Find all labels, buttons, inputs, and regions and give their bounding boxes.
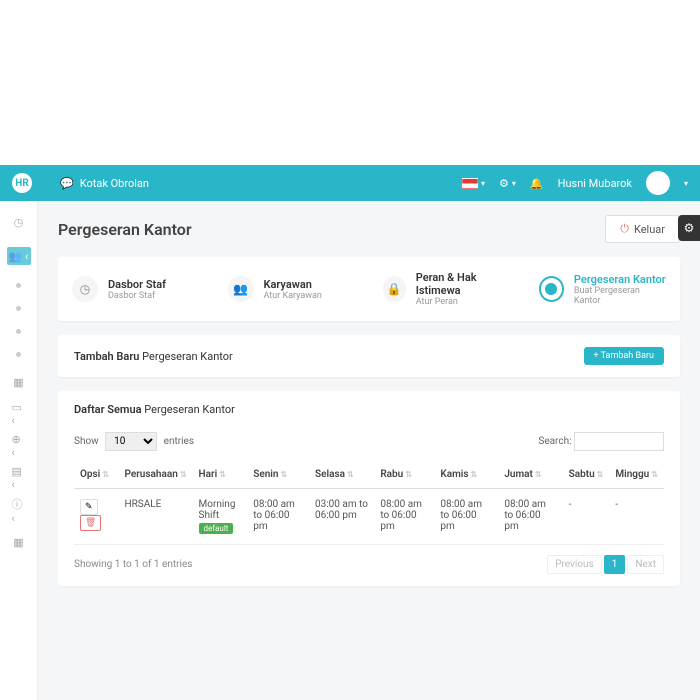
delete-row-button[interactable]: 🗑: [80, 515, 101, 531]
cell-rabu: 08:00 am to 06:00 pm: [374, 489, 434, 545]
col-sabtu[interactable]: Sabtu⇅: [563, 461, 610, 489]
col-kamis[interactable]: Kamis⇅: [434, 461, 498, 489]
nav-grid-icon[interactable]: ▦: [12, 535, 26, 549]
target-icon: [539, 276, 564, 302]
col-selasa[interactable]: Selasa⇅: [309, 461, 374, 489]
search-control: Search:: [538, 432, 664, 451]
col-jumat[interactable]: Jumat⇅: [498, 461, 562, 489]
nav-doc-icon[interactable]: ▤ ‹: [12, 471, 26, 485]
nav-info-icon[interactable]: ⓘ ‹: [12, 503, 26, 517]
page-size-control: Show 10 entries: [74, 432, 194, 451]
sort-icon: ⇅: [651, 470, 658, 479]
app-logo[interactable]: HR: [12, 173, 32, 193]
theme-settings-button[interactable]: ⚙: [678, 215, 700, 241]
col-opsi[interactable]: Opsi⇅: [74, 461, 118, 489]
power-icon: ⏻: [620, 222, 629, 236]
add-new-button[interactable]: + Tambah Baru: [584, 347, 664, 365]
nav-dot-3[interactable]: [16, 329, 21, 334]
cell-sabtu: -: [563, 489, 610, 545]
add-panel-title: Tambah Baru Pergeseran Kantor: [74, 350, 233, 363]
nav-globe-icon[interactable]: ⊕ ‹: [12, 439, 26, 453]
pencil-icon: ✎: [85, 502, 93, 512]
cell-jumat: 08:00 am to 06:00 pm: [498, 489, 562, 545]
page-title: Pergeseran Kantor: [58, 220, 192, 239]
breadcrumb-shift[interactable]: Pergeseran KantorBuat Pergeseran Kantor: [539, 273, 667, 306]
gear-icon: ⚙: [499, 177, 509, 190]
table-row: ✎ 🗑 HRSALE Morning Shiftdefault 08:00 am …: [74, 489, 664, 545]
avatar[interactable]: [646, 171, 670, 195]
nav-dot-4[interactable]: [16, 352, 21, 357]
breadcrumb-roles[interactable]: 🔒 Peran & Hak IstimewaAtur Peran: [383, 271, 511, 307]
prev-page[interactable]: Previous: [547, 555, 602, 574]
user-name: Husni Mubarok: [558, 177, 632, 190]
breadcrumb-cards: ◷ Dasbor StafDasbor Staf 👥 KaryawanAtur …: [58, 257, 680, 321]
sort-icon: ⇅: [405, 470, 412, 479]
cell-senin: 08:00 am to 06:00 pm: [247, 489, 309, 545]
bell-icon: 🔔: [530, 177, 544, 190]
sort-icon: ⇅: [535, 470, 542, 479]
col-minggu[interactable]: Minggu⇅: [609, 461, 664, 489]
nav-calc-icon[interactable]: ▦: [12, 375, 26, 389]
col-rabu[interactable]: Rabu⇅: [374, 461, 434, 489]
trash-icon: 🗑: [85, 518, 96, 528]
nav-clock-icon[interactable]: ◷: [12, 215, 26, 229]
table-info: Showing 1 to 1 of 1 entries: [74, 559, 192, 570]
sort-icon: ⇅: [471, 470, 478, 479]
cell-hari: Morning Shiftdefault: [193, 489, 248, 545]
sort-icon: ⇅: [102, 470, 109, 479]
cell-kamis: 08:00 am to 06:00 pm: [434, 489, 498, 545]
sort-icon: ⇅: [180, 470, 187, 479]
add-panel: Tambah Baru Pergeseran Kantor + Tambah B…: [58, 335, 680, 377]
nav-dot-2[interactable]: [16, 306, 21, 311]
flag-icon: [462, 178, 478, 189]
col-perusahaan[interactable]: Perusahaan⇅: [118, 461, 192, 489]
next-page[interactable]: Next: [627, 555, 664, 574]
user-dropdown[interactable]: ▾: [684, 179, 688, 188]
clock-icon: ◷: [72, 276, 98, 302]
sort-icon: ⇅: [347, 470, 354, 479]
lock-icon: 🔒: [383, 276, 406, 302]
gear-icon: ⚙: [684, 221, 695, 235]
nav-dot-1[interactable]: [16, 283, 21, 288]
cell-perusahaan: HRSALE: [118, 489, 192, 545]
pagination: Previous 1 Next: [547, 555, 664, 574]
chat-label: Kotak Obrolan: [80, 177, 149, 190]
page-size-select[interactable]: 10: [105, 432, 157, 451]
flag-dropdown[interactable]: ▾: [462, 178, 485, 189]
list-panel: Daftar Semua Pergeseran Kantor Show 10 e…: [58, 391, 680, 586]
nav-card-icon[interactable]: ▭ ‹: [12, 407, 26, 421]
col-senin[interactable]: Senin⇅: [247, 461, 309, 489]
users-icon: 👥: [228, 276, 254, 302]
chat-link[interactable]: 💬 Kotak Obrolan: [60, 177, 149, 190]
nav-users-icon[interactable]: 👥 ‹: [7, 247, 31, 265]
breadcrumb-employees[interactable]: 👥 KaryawanAtur Karyawan: [228, 276, 356, 302]
notifications-button[interactable]: 🔔: [530, 177, 544, 190]
settings-dropdown[interactable]: ⚙▾: [499, 177, 516, 190]
cell-selasa: 03:00 am to 06:00 pm: [309, 489, 374, 545]
sort-icon: ⇅: [219, 470, 226, 479]
top-header: HR 💬 Kotak Obrolan ▾ ⚙▾ 🔔 Husni Mubarok …: [0, 165, 700, 201]
edit-row-button[interactable]: ✎: [80, 499, 98, 515]
sidebar: ◷ 👥 ‹ ▦ ▭ ‹ ⊕ ‹ ▤ ‹ ⓘ ‹ ▦: [0, 201, 38, 700]
breadcrumb-dashboard[interactable]: ◷ Dasbor StafDasbor Staf: [72, 276, 200, 302]
default-badge: default: [199, 523, 234, 534]
sort-icon: ⇅: [280, 470, 287, 479]
shift-table: Opsi⇅ Perusahaan⇅ Hari⇅ Senin⇅ Selasa⇅ R…: [74, 461, 664, 545]
col-hari[interactable]: Hari⇅: [193, 461, 248, 489]
search-input[interactable]: [574, 432, 664, 451]
chat-icon: 💬: [60, 177, 74, 190]
sort-icon: ⇅: [597, 470, 604, 479]
logout-button[interactable]: ⏻Keluar: [605, 215, 680, 243]
cell-minggu: -: [609, 489, 664, 545]
list-title: Daftar Semua Pergeseran Kantor: [74, 403, 664, 416]
page-1[interactable]: 1: [604, 555, 626, 574]
